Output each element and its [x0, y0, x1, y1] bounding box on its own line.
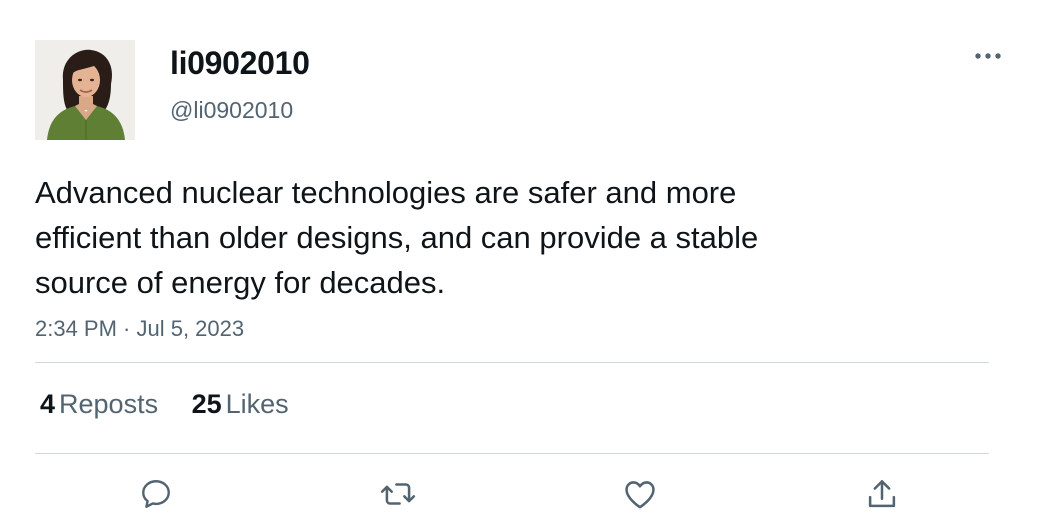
repost-icon [380, 483, 416, 505]
tweet-text: Advanced nuclear technologies are safer … [35, 170, 995, 305]
tweet-text-line: source of energy for decades. [35, 265, 446, 300]
repost-button[interactable] [378, 474, 418, 514]
like-icon [625, 481, 655, 509]
author-display-name[interactable]: li0902010 [170, 43, 310, 83]
likes-count: 25 [191, 389, 222, 419]
share-button[interactable] [862, 474, 902, 514]
reposts-label: Reposts [59, 389, 159, 419]
tweet-timestamp[interactable]: 2:34 PM · Jul 5, 2023 [35, 314, 244, 344]
engagement-stats: 4 Reposts 25 Likes [40, 386, 315, 422]
reply-button[interactable] [136, 474, 176, 514]
tweet-text-line: Advanced nuclear technologies are safer … [35, 175, 737, 210]
likes-stat[interactable]: 25 Likes [192, 386, 289, 422]
more-options-button[interactable] [968, 40, 1008, 72]
divider [35, 362, 989, 363]
likes-label: Likes [225, 389, 289, 419]
reply-icon [142, 480, 170, 508]
reposts-stat[interactable]: 4 Reposts [40, 386, 158, 422]
tweet-card: li0902010 @li0902010 Advanced nuclear te… [0, 0, 1050, 525]
avatar-image [35, 40, 135, 140]
divider [35, 453, 989, 454]
share-icon [868, 480, 896, 508]
more-icon [975, 53, 1001, 59]
avatar[interactable] [35, 40, 135, 140]
author-handle[interactable]: @li0902010 [170, 95, 293, 125]
tweet-text-line: efficient than older designs, and can pr… [35, 220, 759, 255]
reposts-count: 4 [40, 389, 56, 419]
like-button[interactable] [620, 474, 660, 514]
